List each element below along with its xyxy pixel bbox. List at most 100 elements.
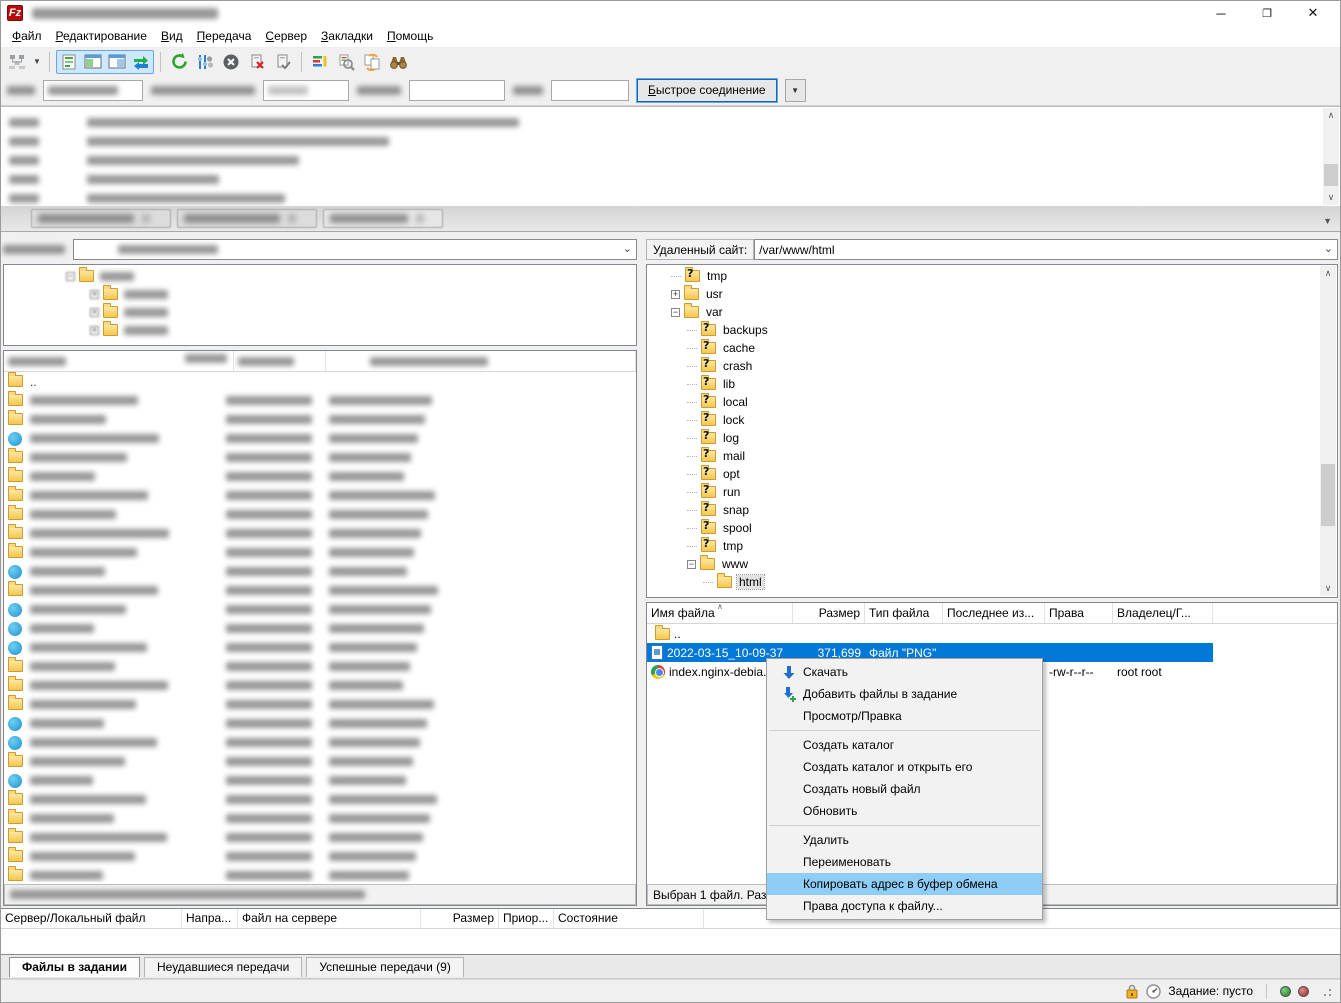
column-header-6[interactable]: Владелец/Г... bbox=[1113, 603, 1213, 623]
local-file-row-redacted[interactable] bbox=[4, 733, 636, 752]
context-menu-item[interactable]: Добавить файлы в задание bbox=[767, 683, 1042, 705]
column-header-redacted[interactable] bbox=[326, 351, 636, 371]
scroll-down-icon[interactable]: ∨ bbox=[1320, 581, 1336, 596]
local-file-row-redacted[interactable] bbox=[4, 866, 636, 882]
local-file-row-redacted[interactable] bbox=[4, 429, 636, 448]
scroll-up-icon[interactable]: ∧ bbox=[1320, 266, 1336, 281]
remote-tree-item-run[interactable]: ?run bbox=[647, 483, 1337, 501]
menu-item-1[interactable]: Файл bbox=[5, 26, 49, 46]
local-file-row-redacted[interactable] bbox=[4, 581, 636, 600]
find-files-icon[interactable] bbox=[386, 51, 410, 73]
remote-tree-item-tmp[interactable]: ?tmp bbox=[647, 267, 1337, 285]
log-collapse-icon[interactable]: ▼ bbox=[1323, 216, 1332, 226]
remote-tree-item-opt[interactable]: ?opt bbox=[647, 465, 1337, 483]
menu-item-3[interactable]: Вид bbox=[154, 26, 190, 46]
disconnect-icon[interactable] bbox=[245, 51, 269, 73]
tab-close-icon[interactable] bbox=[416, 214, 424, 223]
local-tree-row-redacted[interactable]: − bbox=[4, 267, 636, 285]
remote-tree-item-snap[interactable]: ?snap bbox=[647, 501, 1337, 519]
queue-column-header-1[interactable]: Сервер/Локальный файл bbox=[1, 909, 182, 928]
quickconnect-dropdown-icon[interactable]: ▼ bbox=[785, 79, 806, 102]
menu-item-4[interactable]: Передача bbox=[190, 26, 259, 46]
scroll-up-icon[interactable]: ∧ bbox=[1323, 108, 1339, 123]
context-menu-item[interactable]: Создать каталог bbox=[767, 734, 1042, 756]
tree-expander-icon[interactable]: + bbox=[90, 326, 99, 335]
local-file-row-redacted[interactable] bbox=[4, 562, 636, 581]
context-menu-item[interactable]: Удалить bbox=[767, 829, 1042, 851]
remote-tree-item-usr[interactable]: +usr bbox=[647, 285, 1337, 303]
local-tree-toggle-icon[interactable] bbox=[81, 51, 105, 73]
local-tree-row-redacted[interactable]: + bbox=[4, 321, 636, 339]
tree-expander-icon[interactable]: + bbox=[671, 290, 680, 299]
column-header-2[interactable]: Размер bbox=[793, 603, 865, 623]
file-row[interactable]: .. bbox=[647, 624, 1337, 643]
column-header-1[interactable]: Имя файла∧ bbox=[647, 603, 793, 623]
directory-comparison-icon[interactable] bbox=[308, 51, 332, 73]
local-file-row-redacted[interactable] bbox=[4, 619, 636, 638]
port-input[interactable] bbox=[551, 80, 629, 101]
local-file-row-redacted[interactable] bbox=[4, 847, 636, 866]
context-menu-item[interactable]: Копировать адрес в буфер обмена bbox=[767, 873, 1042, 895]
column-header-5[interactable]: Права bbox=[1045, 603, 1113, 623]
local-file-row-redacted[interactable] bbox=[4, 543, 636, 562]
context-menu-item[interactable]: Создать новый файл bbox=[767, 778, 1042, 800]
local-site-combobox[interactable]: ⌄ bbox=[73, 239, 637, 260]
local-file-row-redacted[interactable] bbox=[4, 657, 636, 676]
chevron-down-icon[interactable]: ⌄ bbox=[1324, 242, 1333, 255]
scroll-down-icon[interactable]: ∨ bbox=[1323, 190, 1339, 205]
remote-tree-item-backups[interactable]: ?backups bbox=[647, 321, 1337, 339]
reconnect-icon[interactable] bbox=[271, 51, 295, 73]
local-file-row-redacted[interactable] bbox=[4, 809, 636, 828]
remote-path-combobox[interactable]: /var/www/html ⌄ bbox=[754, 239, 1338, 260]
synchronized-browsing-icon[interactable] bbox=[360, 51, 384, 73]
local-file-row-redacted[interactable] bbox=[4, 714, 636, 733]
remote-tree-item-local[interactable]: ?local bbox=[647, 393, 1337, 411]
quickconnect-button[interactable]: Быстрое соединение bbox=[637, 79, 777, 102]
local-file-row-redacted[interactable] bbox=[4, 410, 636, 429]
remote-tree-item-www[interactable]: −www bbox=[647, 555, 1337, 573]
context-menu-item[interactable]: Скачать bbox=[767, 661, 1042, 683]
local-list-body[interactable]: .. bbox=[4, 372, 636, 882]
remote-tree-item-mail[interactable]: ?mail bbox=[647, 447, 1337, 465]
remote-tree-item-cache[interactable]: ?cache bbox=[647, 339, 1337, 357]
menu-item-5[interactable]: Сервер bbox=[258, 26, 314, 46]
local-file-row-redacted[interactable] bbox=[4, 771, 636, 790]
host-input[interactable] bbox=[43, 80, 143, 101]
remote-tree-item-crash[interactable]: ?crash bbox=[647, 357, 1337, 375]
column-header-3[interactable]: Тип файла bbox=[865, 603, 943, 623]
refresh-icon[interactable] bbox=[167, 51, 191, 73]
column-header-4[interactable]: Последнее из... bbox=[943, 603, 1045, 623]
menu-item-2[interactable]: Редактирование bbox=[49, 26, 154, 46]
cancel-icon[interactable] bbox=[219, 51, 243, 73]
context-menu-item[interactable]: Права доступа к файлу... bbox=[767, 895, 1042, 917]
remote-tree-item-spool[interactable]: ?spool bbox=[647, 519, 1337, 537]
scrollbar-thumb[interactable] bbox=[1321, 464, 1335, 526]
tree-expander-icon[interactable]: + bbox=[90, 290, 99, 299]
local-tree-row-redacted[interactable]: + bbox=[4, 285, 636, 303]
remote-tree-item-lib[interactable]: ?lib bbox=[647, 375, 1337, 393]
context-menu-item[interactable]: Просмотр/Правка bbox=[767, 705, 1042, 727]
context-menu-item[interactable]: Обновить bbox=[767, 800, 1042, 822]
remote-directory-tree[interactable]: ?tmp+usr−var?backups?cache?crash?lib?loc… bbox=[646, 264, 1338, 598]
remote-tree-item-log[interactable]: ?log bbox=[647, 429, 1337, 447]
tree-expander-icon[interactable]: + bbox=[90, 308, 99, 317]
speed-gauge-icon[interactable] bbox=[1146, 984, 1161, 999]
tab-close-icon[interactable] bbox=[142, 214, 150, 223]
queue-column-header-5[interactable]: Приор... bbox=[499, 909, 554, 928]
close-button[interactable]: ✕ bbox=[1290, 1, 1336, 25]
column-header-redacted[interactable] bbox=[234, 351, 326, 371]
chevron-down-icon[interactable]: ⌄ bbox=[623, 242, 632, 255]
server-tab-redacted[interactable] bbox=[177, 209, 317, 228]
message-log-scrollbar[interactable]: ∧ ∨ bbox=[1323, 108, 1339, 205]
local-file-row-redacted[interactable] bbox=[4, 638, 636, 657]
queue-column-header-4[interactable]: Размер bbox=[421, 909, 499, 928]
server-tab-redacted[interactable] bbox=[31, 209, 171, 228]
context-menu-item[interactable]: Создать каталог и открыть его bbox=[767, 756, 1042, 778]
queue-tab[interactable]: Неудавшиеся передачи bbox=[144, 957, 302, 977]
password-input[interactable] bbox=[409, 80, 505, 101]
column-header-redacted[interactable] bbox=[4, 351, 234, 371]
local-directory-tree[interactable]: − + + + bbox=[3, 264, 637, 346]
username-input[interactable] bbox=[263, 80, 349, 101]
tree-expander-icon[interactable]: − bbox=[671, 308, 680, 317]
scrollbar-thumb[interactable] bbox=[1324, 164, 1338, 186]
